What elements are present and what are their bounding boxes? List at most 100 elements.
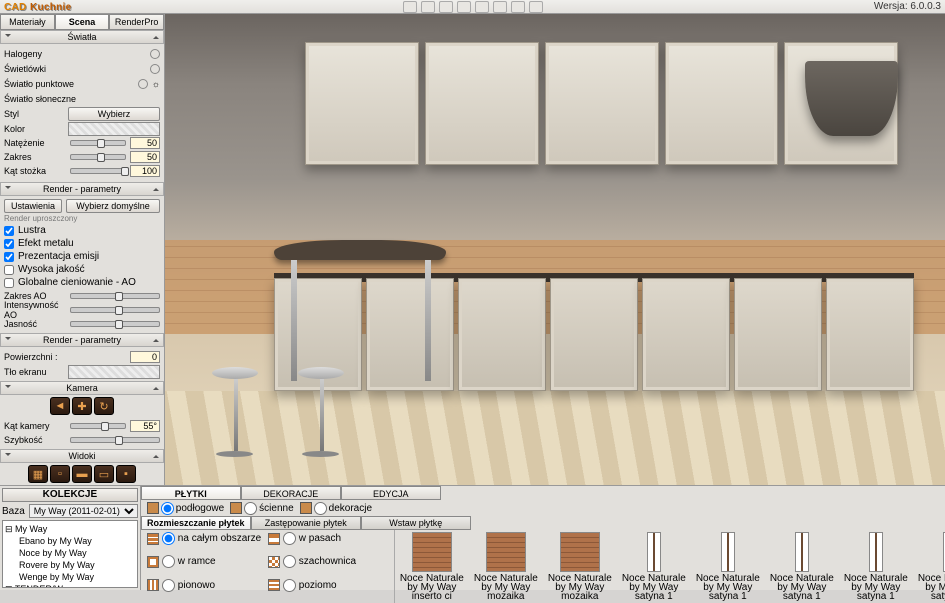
section-render[interactable]: Render - parametry bbox=[0, 182, 164, 196]
natezenie-value[interactable]: 50 bbox=[130, 137, 160, 149]
cam-add-icon[interactable]: ✚ bbox=[72, 397, 92, 415]
tree-root[interactable]: TENDER/Way bbox=[5, 583, 135, 588]
tile-wall-icon bbox=[230, 502, 242, 514]
eye-icon[interactable] bbox=[150, 64, 160, 74]
light-punktowe[interactable]: Światło punktowe bbox=[4, 79, 74, 89]
natezenie-slider[interactable] bbox=[70, 140, 126, 146]
view-icon[interactable]: ▦ bbox=[28, 465, 48, 483]
filter-podlogowe[interactable]: podłogowe bbox=[147, 502, 224, 515]
place-ramce[interactable]: w ramce bbox=[147, 555, 267, 568]
section-swiatla[interactable]: Światła bbox=[0, 30, 164, 44]
emisja-checkbox[interactable] bbox=[4, 252, 14, 262]
tab-materialy[interactable]: Materiały bbox=[0, 14, 55, 30]
subtab-rozm[interactable]: Rozmieszczanie płytek bbox=[141, 516, 251, 530]
tile-item[interactable]: Noce Naturale by My Way satyna 1 bbox=[767, 532, 837, 601]
light-halogeny[interactable]: Halogeny bbox=[4, 49, 42, 59]
lustra-checkbox[interactable] bbox=[4, 226, 14, 236]
view-icon[interactable]: ▪ bbox=[116, 465, 136, 483]
light-swietlowki[interactable]: Świetlówki bbox=[4, 64, 46, 74]
title-bar: CAD Kuchnie Wersja: 6.0.0.3 bbox=[0, 0, 945, 14]
view-icon[interactable]: ▫ bbox=[50, 465, 70, 483]
tile-item[interactable]: Noce Naturale by My Way mozaika bbox=[471, 532, 541, 601]
light-sloneczne[interactable]: Światło słoneczne bbox=[4, 94, 76, 104]
ao-checkbox[interactable] bbox=[4, 278, 14, 288]
place-szach[interactable]: szachownica bbox=[268, 555, 388, 568]
ustawienia-button[interactable]: Ustawienia bbox=[4, 199, 62, 213]
filter-dekoracje[interactable]: dekoracje bbox=[300, 502, 372, 515]
vert-icon bbox=[147, 579, 159, 591]
kat-label: Kąt stożka bbox=[4, 166, 66, 176]
kat-kamery-slider[interactable] bbox=[70, 423, 126, 429]
tab-scena[interactable]: Scena bbox=[55, 14, 110, 30]
kolekcje-panel: KOLEKCJE Baza My Way (2011-02-01) My Way… bbox=[0, 486, 141, 590]
tlo-swatch[interactable] bbox=[68, 365, 160, 379]
section-widoki[interactable]: Widoki bbox=[0, 449, 164, 463]
baza-label: Baza bbox=[2, 506, 25, 517]
toolbar-icons bbox=[403, 1, 543, 13]
tool-icon[interactable] bbox=[511, 1, 525, 13]
tile-floor-icon bbox=[147, 502, 159, 514]
kolor-label: Kolor bbox=[4, 124, 64, 134]
tool-icon[interactable] bbox=[529, 1, 543, 13]
styl-label: Styl bbox=[4, 109, 64, 119]
tile-item[interactable]: Noce Naturale by My Way satyna 1 bbox=[915, 532, 945, 601]
tab-renderpro[interactable]: RenderPro bbox=[109, 14, 164, 30]
section-render2[interactable]: Render - parametry bbox=[0, 333, 164, 347]
tile-item[interactable]: Noce Naturale by My Way inserto ci bbox=[397, 532, 467, 601]
tree-item[interactable]: Noce by My Way bbox=[5, 547, 135, 559]
domyslne-button[interactable]: Wybierz domyślne bbox=[66, 199, 160, 213]
tool-icon[interactable] bbox=[493, 1, 507, 13]
view-icon[interactable]: ▭ bbox=[94, 465, 114, 483]
grid-icon bbox=[147, 533, 159, 545]
cam-next-icon[interactable]: ↻ bbox=[94, 397, 114, 415]
powierzchni-value[interactable]: 0 bbox=[130, 351, 160, 363]
tile-item[interactable]: Noce Naturale by My Way satyna 1 bbox=[693, 532, 763, 601]
tool-icon[interactable] bbox=[457, 1, 471, 13]
jasnosc-slider[interactable] bbox=[70, 321, 160, 327]
tile-item[interactable]: Noce Naturale by My Way satyna 1 bbox=[841, 532, 911, 601]
zakres-ao-slider[interactable] bbox=[70, 293, 160, 299]
filter-scienne[interactable]: ścienne bbox=[230, 502, 293, 515]
frame-icon bbox=[147, 556, 159, 568]
tool-icon[interactable] bbox=[439, 1, 453, 13]
3d-viewport[interactable] bbox=[165, 14, 945, 485]
subtab-zast[interactable]: Zastępowanie płytek bbox=[251, 516, 361, 530]
int-ao-slider[interactable] bbox=[70, 307, 160, 313]
tool-icon[interactable] bbox=[403, 1, 417, 13]
tool-icon[interactable] bbox=[421, 1, 435, 13]
tree-item[interactable]: Rovere by My Way bbox=[5, 559, 135, 571]
tab-plytki[interactable]: PŁYTKI bbox=[141, 486, 241, 500]
tree-item[interactable]: Ebano by My Way bbox=[5, 535, 135, 547]
kolor-swatch[interactable] bbox=[68, 122, 160, 136]
wybierz-button[interactable]: Wybierz bbox=[68, 107, 160, 121]
tab-dekoracje[interactable]: DEKORACJE bbox=[241, 486, 341, 500]
place-calym[interactable]: na całym obszarze bbox=[147, 532, 267, 545]
sun-icon[interactable]: ☼ bbox=[152, 79, 160, 89]
kat-kamery-value[interactable]: 55° bbox=[130, 420, 160, 432]
kat-slider[interactable] bbox=[70, 168, 126, 174]
render-mode-label: Render uproszczony bbox=[4, 213, 160, 224]
tab-edycja[interactable]: EDYCJA bbox=[341, 486, 441, 500]
tool-icon[interactable] bbox=[475, 1, 489, 13]
tile-item[interactable]: Noce Naturale by My Way mozaika bbox=[545, 532, 615, 601]
collection-tree[interactable]: My Way Ebano by My Way Noce by My Way Ro… bbox=[2, 520, 138, 588]
tile-item[interactable]: Noce Naturale by My Way satyna 1 bbox=[619, 532, 689, 601]
wysoka-checkbox[interactable] bbox=[4, 265, 14, 275]
eye-icon[interactable] bbox=[150, 49, 160, 59]
tree-item[interactable]: Wenge by My Way bbox=[5, 571, 135, 583]
view-icon[interactable]: ▬ bbox=[72, 465, 92, 483]
tile-palette[interactable]: Noce Naturale by My Way inserto ci Noce … bbox=[395, 530, 945, 603]
baza-select[interactable]: My Way (2011-02-01) bbox=[29, 504, 138, 518]
szybkosc-slider[interactable] bbox=[70, 437, 160, 443]
subtab-wstaw[interactable]: Wstaw płytkę bbox=[361, 516, 471, 530]
tree-root[interactable]: My Way bbox=[5, 523, 135, 535]
kat-value[interactable]: 100 bbox=[130, 165, 160, 177]
cam-prev-icon[interactable]: ◄ bbox=[50, 397, 70, 415]
section-kamera[interactable]: Kamera bbox=[0, 381, 164, 395]
place-pasach[interactable]: w pasach bbox=[268, 532, 388, 545]
left-sidebar: Materiały Scena RenderPro Światła Haloge… bbox=[0, 14, 165, 485]
zakres-value[interactable]: 50 bbox=[130, 151, 160, 163]
efekt-checkbox[interactable] bbox=[4, 239, 14, 249]
zakres-slider[interactable] bbox=[70, 154, 126, 160]
eye-icon[interactable] bbox=[138, 79, 148, 89]
